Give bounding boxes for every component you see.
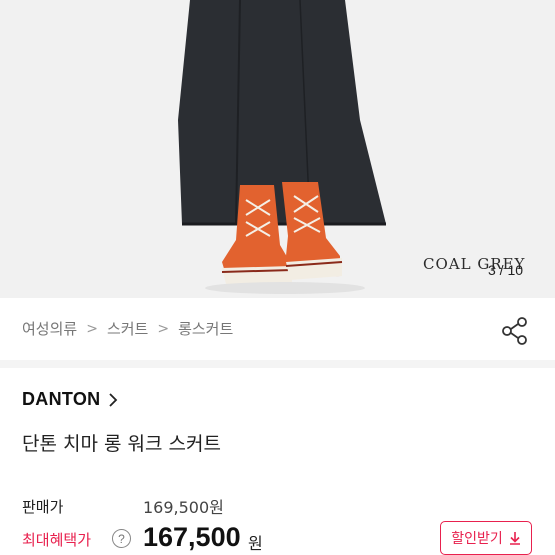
help-icon[interactable]: ? [112,529,131,548]
brand-link[interactable]: DANTON [22,389,118,410]
brand-name: DANTON [22,389,101,409]
get-discount-label: 할인받기 [451,531,503,547]
share-icon [502,317,527,345]
max-benefit-label: 최대혜택가 [22,531,92,549]
share-button[interactable] [500,316,530,346]
chevron-right-icon [109,392,118,407]
breadcrumb: 여성의류 > 스커트 > 롱스커트 [22,318,233,339]
download-icon [509,532,520,545]
currency-unit: 원 [248,534,263,553]
section-divider [0,360,555,368]
skirt-and-sneakers-illustration [178,0,386,294]
breadcrumb-item-long-skirt[interactable]: 롱스커트 [178,318,233,339]
sale-price-label: 판매가 [22,498,64,516]
breadcrumb-separator: > [157,320,170,337]
breadcrumb-separator: > [86,320,98,337]
product-title: 단톤 치마 롱 워크 스커트 [22,433,221,455]
breadcrumb-item-skirt[interactable]: 스커트 [107,318,148,339]
sale-price: 169,500원 [143,498,224,517]
breadcrumb-item-womens-clothing[interactable]: 여성의류 [22,318,77,339]
get-discount-button[interactable]: 할인받기 [440,521,532,555]
product-image[interactable]: COAL GREY 3 / 10 [0,0,555,298]
image-counter: 3 / 10 [488,262,524,278]
max-benefit-price: 167,500 [143,522,241,552]
